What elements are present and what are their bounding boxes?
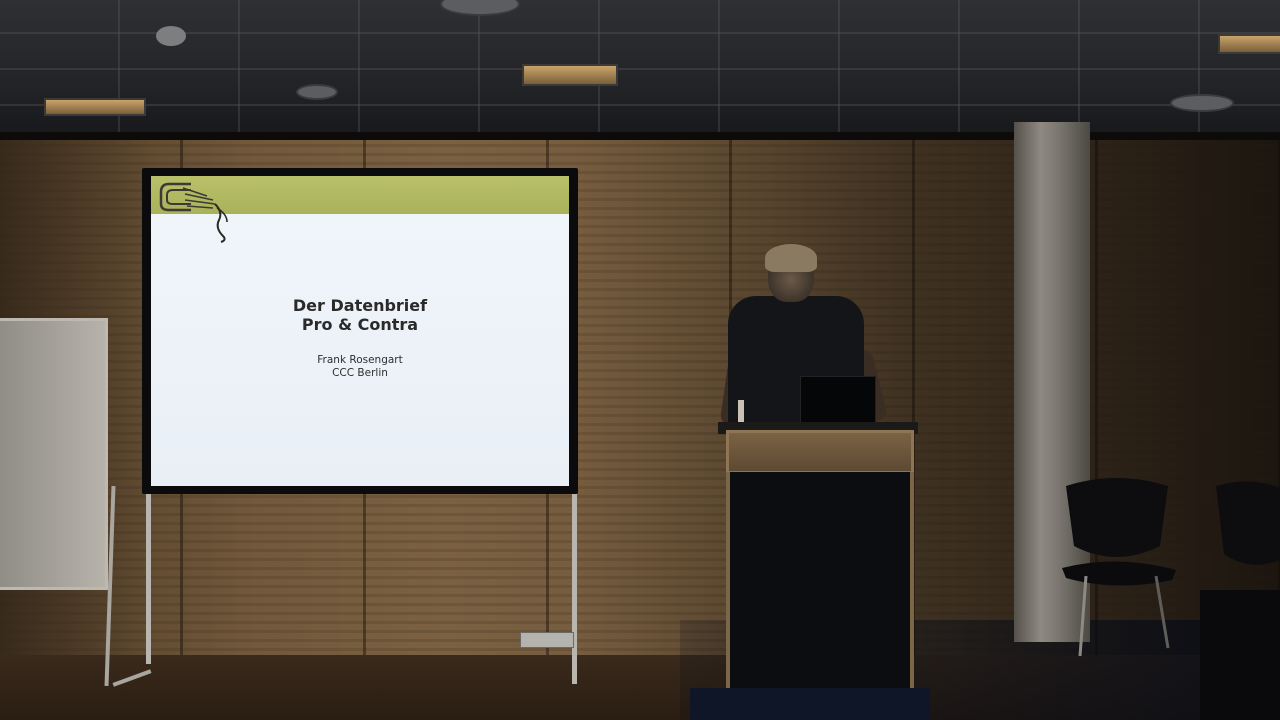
podium [726,472,914,696]
ceiling-light [522,64,618,86]
ceiling-light [1218,34,1280,54]
chair [1062,478,1176,657]
conference-photo: Der Datenbrief Pro & Contra Frank Roseng… [0,0,1280,720]
power-outlet [520,632,574,648]
ceiling-spot [1170,94,1234,112]
slide-author: Frank Rosengart [317,354,403,366]
ceiling-spot [296,84,338,100]
podium-panel [726,430,914,474]
whiteboard [0,318,108,590]
speaker-hair [765,244,817,272]
screen-leg [572,494,577,684]
ceiling-light [44,98,146,116]
slide-organization: CCC Berlin [332,367,388,379]
slide-title-line1: Der Datenbrief [292,296,428,315]
ceiling [0,0,1280,140]
presentation-slide: Der Datenbrief Pro & Contra Frank Roseng… [151,176,569,486]
slide-title: Der Datenbrief Pro & Contra [151,296,569,334]
slide-title-line2: Pro & Contra [301,315,419,334]
slide-author-block: Frank Rosengart CCC Berlin [151,354,569,380]
ccc-logo-icon [159,182,228,243]
podium-base [690,688,930,720]
chair [1200,481,1280,720]
smoke-detector [156,26,186,46]
screen-leg [146,494,151,664]
laptop [800,376,876,426]
